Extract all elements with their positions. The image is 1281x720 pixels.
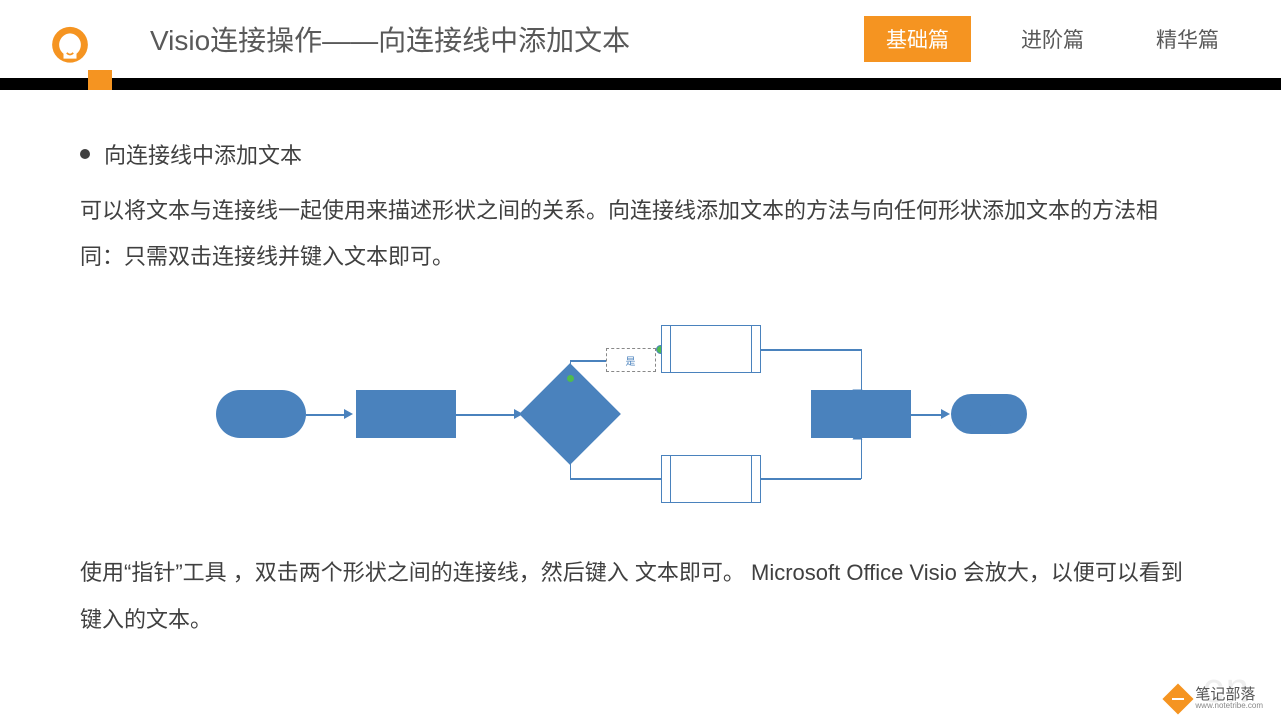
- tab-advanced[interactable]: 进阶篇: [999, 16, 1106, 62]
- connection-point-icon: [566, 374, 575, 383]
- connector: [911, 414, 943, 416]
- connector: [761, 349, 861, 351]
- connector: [306, 414, 346, 416]
- bullet-heading: 向连接线中添加文本: [80, 138, 1201, 170]
- header-divider: [0, 78, 1281, 90]
- tab-essence[interactable]: 精华篇: [1134, 16, 1241, 62]
- shape-process: [356, 390, 456, 438]
- shape-process-2: [811, 390, 911, 438]
- shape-terminator-end: [951, 394, 1007, 434]
- connector: [761, 478, 861, 480]
- shape-subprocess-bottom: [661, 455, 761, 503]
- watermark-title: 笔记部落: [1195, 687, 1263, 702]
- connector: [861, 349, 863, 394]
- connector: [456, 414, 516, 416]
- content: 向连接线中添加文本 可以将文本与连接线一起使用来描述形状之间的关系。向连接线添加…: [0, 78, 1281, 643]
- connector: [861, 436, 863, 479]
- paragraph-1: 可以将文本与连接线一起使用来描述形状之间的关系。向连接线添加文本的方法与向任何形…: [80, 188, 1201, 280]
- flowchart-diagram: 是: [216, 310, 1066, 520]
- arrow-icon: [344, 409, 353, 419]
- bulb-icon-wrap: [0, 4, 140, 74]
- bullet-text: 向连接线中添加文本: [104, 138, 302, 170]
- connector: [570, 478, 661, 480]
- page-title: Visio连接操作——向连接线中添加文本: [140, 19, 864, 59]
- watermark-url: www.notetribe.com: [1195, 702, 1263, 710]
- lightbulb-icon: [44, 22, 96, 74]
- shape-terminator-start: [216, 390, 306, 438]
- bullet-icon: [80, 149, 90, 159]
- shape-subprocess-top: [661, 325, 761, 373]
- paragraph-2: 使用“指针”工具 ，双击两个形状之间的连接线，然后键入 文本即可。 Micros…: [80, 550, 1201, 642]
- tab-basic[interactable]: 基础篇: [864, 16, 971, 62]
- connector: [570, 448, 572, 478]
- watermark: 笔记部落 www.notetribe.com: [1167, 687, 1263, 710]
- arrow-icon: [941, 409, 950, 419]
- text-label-editor[interactable]: 是: [606, 348, 656, 372]
- bulb-base: [88, 70, 112, 90]
- tabs: 基础篇 进阶篇 精华篇: [864, 16, 1241, 62]
- header: Visio连接操作——向连接线中添加文本 基础篇 进阶篇 精华篇: [0, 0, 1281, 78]
- watermark-icon: [1163, 683, 1194, 714]
